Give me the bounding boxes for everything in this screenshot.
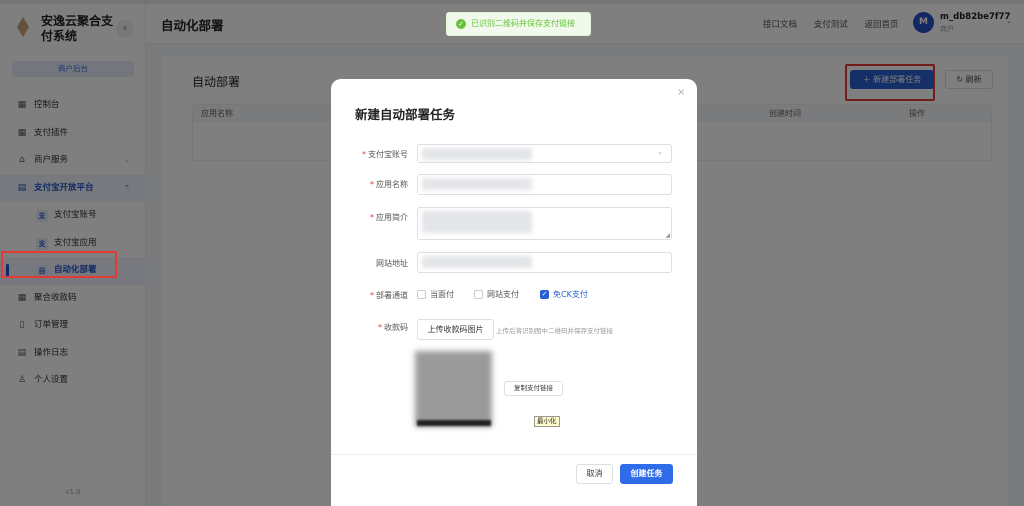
dialog-title: 新建自动部署任务 — [355, 107, 456, 122]
app-name-input[interactable] — [417, 174, 672, 195]
cancel-button[interactable]: 取消 — [576, 464, 613, 484]
close-icon[interactable]: × — [677, 87, 685, 98]
new-deploy-task-dialog: 新建自动部署任务 × * 支付宝账号 ⌄ * 应用名称 * 应用简介 ◢ 网站地址 *… — [331, 79, 697, 506]
dialog-footer-divider — [331, 454, 697, 455]
resize-handle-icon[interactable]: ◢ — [665, 232, 670, 239]
alipay-account-label: * 支付宝账号 — [362, 150, 408, 159]
channel-no-ck-pay-checkbox[interactable]: ✓ 免CK支付 — [540, 289, 588, 300]
redacted-value — [422, 178, 532, 190]
create-task-button[interactable]: 创建任务 — [620, 464, 673, 484]
toast-message: 已识别二维码并保存支付链接 — [471, 19, 575, 28]
check-icon: ✓ — [540, 290, 549, 299]
channel-website-pay-checkbox[interactable]: 网站支付 — [474, 289, 519, 300]
channel-face-to-face-checkbox[interactable]: 当面付 — [417, 289, 454, 300]
qrcode-preview-image — [415, 351, 492, 427]
app-intro-textarea[interactable]: ◢ — [417, 207, 672, 240]
app-name-label: * 应用名称 — [370, 180, 408, 189]
qrcode-caption-redacted — [417, 420, 491, 426]
chevron-down-icon: ⌄ — [657, 148, 663, 156]
website-input[interactable] — [417, 252, 672, 273]
highlight-box — [1, 251, 117, 278]
deploy-channel-label: * 部署通道 — [370, 291, 408, 300]
website-label: 网站地址 — [376, 259, 408, 268]
app-intro-label: * 应用简介 — [370, 213, 408, 222]
upload-qrcode-button[interactable]: 上传收款码图片 — [417, 319, 494, 340]
qrcode-label: * 收款码 — [378, 323, 408, 332]
redacted-value — [422, 148, 532, 160]
redacted-value — [422, 211, 532, 233]
success-check-icon: ✓ — [456, 19, 466, 29]
copy-payment-link-button[interactable]: 复制支付链接 — [504, 381, 563, 396]
minimize-tooltip: 最小化 — [534, 416, 560, 427]
redacted-value — [422, 256, 532, 268]
alipay-account-select[interactable]: ⌄ — [417, 144, 672, 163]
upload-hint: 上传后将识别图中二维码并保存支付链接 — [496, 327, 613, 335]
success-toast: ✓ 已识别二维码并保存支付链接 — [446, 12, 591, 36]
